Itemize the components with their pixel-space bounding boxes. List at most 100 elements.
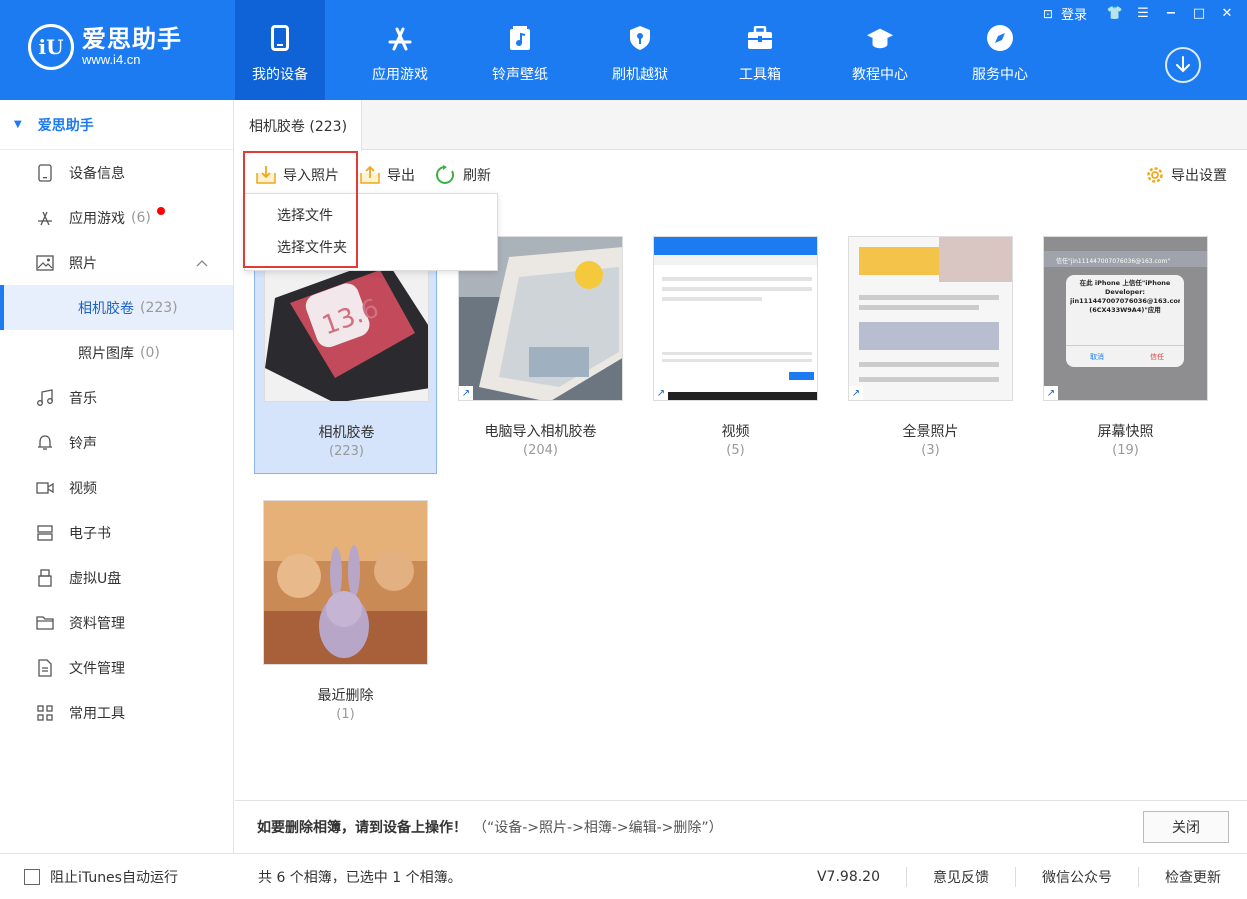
phone-icon bbox=[266, 24, 294, 52]
close-window-button[interactable]: ✕ bbox=[1217, 5, 1237, 23]
sidebar-item-ringtones[interactable]: 铃声 bbox=[0, 420, 233, 465]
nav-apps-games[interactable]: 应用游戏 bbox=[355, 0, 445, 100]
compass-icon bbox=[986, 24, 1014, 52]
close-button[interactable]: 关闭 bbox=[1143, 811, 1229, 843]
photo-icon bbox=[36, 254, 54, 272]
nav-my-device[interactable]: 我的设备 bbox=[235, 0, 325, 100]
album-count: (1) bbox=[336, 707, 355, 722]
sidebar-item-video[interactable]: 视频 bbox=[0, 465, 233, 510]
gear-icon bbox=[1147, 167, 1163, 183]
wechat-link[interactable]: 微信公众号 bbox=[1015, 867, 1138, 887]
album-summary: 共 6 个相簿，已选中 1 个相簿。 bbox=[258, 870, 462, 886]
nav-ringtones[interactable]: 铃声壁纸 bbox=[475, 0, 565, 100]
album-camera-roll[interactable]: 13.6 相机胶卷 (223) bbox=[254, 236, 437, 474]
import-photos-button[interactable]: 导入照片 bbox=[255, 165, 339, 185]
album-name: 全景照片 bbox=[902, 424, 959, 440]
file-icon bbox=[36, 658, 54, 677]
bell-icon bbox=[36, 434, 54, 452]
app-logo: iU 爱思助手 www.i4.cn bbox=[28, 24, 182, 70]
video-icon bbox=[36, 479, 54, 497]
notification-badge bbox=[157, 207, 165, 215]
sidebar-item-device-info[interactable]: 设备信息 bbox=[0, 150, 233, 195]
ebook-icon bbox=[36, 524, 54, 542]
refresh-icon bbox=[436, 165, 455, 184]
album-name: 视频 bbox=[721, 424, 750, 440]
login-icon: ⊡ bbox=[1042, 6, 1053, 21]
nav-flash-jailbreak[interactable]: 刷机越狱 bbox=[595, 0, 685, 100]
album-count: (204) bbox=[523, 443, 558, 458]
shortcut-badge-icon: ↗ bbox=[459, 386, 473, 400]
album-thumbnail: ↗ bbox=[848, 236, 1013, 401]
status-bar: 阻止iTunes自动运行 共 6 个相簿，已选中 1 个相簿。 V7.98.20… bbox=[0, 853, 1247, 899]
export-icon bbox=[360, 165, 380, 184]
notice-text: 如要删除相簿，请到设备上操作！ bbox=[257, 820, 467, 836]
album-panoramas[interactable]: ↗ 全景照片 (3) bbox=[839, 236, 1022, 474]
nav-tutorials[interactable]: 教程中心 bbox=[835, 0, 925, 100]
sidebar-item-ebook[interactable]: 电子书 bbox=[0, 510, 233, 555]
minimize-button[interactable]: − bbox=[1161, 5, 1181, 23]
album-count: (3) bbox=[921, 443, 940, 458]
export-button[interactable]: 导出 bbox=[359, 165, 415, 185]
download-icon[interactable] bbox=[1165, 47, 1201, 83]
logo-name: 爱思助手 bbox=[82, 25, 182, 53]
caret-down-icon: ▼ bbox=[14, 119, 22, 130]
logo-url: www.i4.cn bbox=[82, 52, 141, 67]
window-controls: ⊡ 登录 👕 ☰ − □ ✕ bbox=[1043, 4, 1237, 23]
export-settings-button[interactable]: 导出设置 bbox=[1145, 165, 1227, 185]
nav-toolbox[interactable]: 工具箱 bbox=[715, 0, 805, 100]
usb-icon bbox=[36, 568, 54, 587]
sidebar-item-photo-library[interactable]: 照片图库 (0) bbox=[0, 330, 233, 375]
menu-item-select-folder[interactable]: 选择文件夹 bbox=[245, 232, 497, 264]
sidebar-item-common-tools[interactable]: 常用工具 bbox=[0, 690, 233, 735]
album-thumbnail: 信任"jin111447007076036@163.com" 在此 iPhone… bbox=[1043, 236, 1208, 401]
sidebar-item-music[interactable]: 音乐 bbox=[0, 375, 233, 420]
login-link[interactable]: 登录 bbox=[1061, 4, 1087, 23]
shortcut-badge-icon: ↗ bbox=[654, 386, 668, 400]
album-screenshots[interactable]: 信任"jin111447007076036@163.com" 在此 iPhone… bbox=[1034, 236, 1217, 474]
sidebar-item-virtual-usb[interactable]: 虚拟U盘 bbox=[0, 555, 233, 600]
toolbox-icon bbox=[746, 24, 774, 52]
sidebar: ▼ 爱思助手 设备信息 应用游戏 (6) 照片 相机胶卷 (223) 照片图库 … bbox=[0, 100, 234, 853]
nav-service-center[interactable]: 服务中心 bbox=[955, 0, 1045, 100]
album-name: 电脑导入相机胶卷 bbox=[484, 424, 597, 440]
sidebar-item-photos[interactable]: 照片 bbox=[0, 240, 233, 285]
skin-icon[interactable]: 👕 bbox=[1105, 5, 1125, 23]
maximize-button[interactable]: □ bbox=[1189, 5, 1209, 23]
chevron-up-icon[interactable] bbox=[196, 255, 208, 271]
album-name: 屏幕快照 bbox=[1097, 424, 1154, 440]
svg-text:取消: 取消 bbox=[1090, 352, 1104, 361]
album-pc-imported[interactable]: ↗ 电脑导入相机胶卷 (204) bbox=[449, 236, 632, 474]
block-itunes-checkbox[interactable] bbox=[24, 869, 40, 885]
sidebar-item-file-management[interactable]: 文件管理 bbox=[0, 645, 233, 690]
app-icon bbox=[36, 209, 54, 227]
block-itunes-label[interactable]: 阻止iTunes自动运行 bbox=[50, 867, 178, 887]
album-name: 最近删除 bbox=[317, 688, 374, 704]
music-icon bbox=[36, 388, 54, 407]
menu-icon[interactable]: ☰ bbox=[1133, 5, 1153, 23]
logo-icon: iU bbox=[28, 24, 74, 70]
main-nav: 我的设备 应用游戏 铃声壁纸 刷机越狱 工具箱 教程中心 服务中心 bbox=[235, 0, 1075, 100]
tab-bar: 相机胶卷 (223) bbox=[235, 100, 1247, 151]
svg-text:信任"jin111447007076036@163.com": 信任"jin111447007076036@163.com" bbox=[1056, 257, 1170, 265]
refresh-button[interactable]: 刷新 bbox=[435, 165, 491, 185]
menu-item-select-file[interactable]: 选择文件 bbox=[245, 200, 497, 232]
album-name: 相机胶卷 bbox=[318, 425, 375, 441]
sidebar-item-camera-roll[interactable]: 相机胶卷 (223) bbox=[0, 285, 233, 330]
check-update-link[interactable]: 检查更新 bbox=[1138, 867, 1221, 887]
app-store-icon bbox=[386, 24, 414, 52]
music-file-icon bbox=[506, 24, 534, 52]
sidebar-item-data-management[interactable]: 资料管理 bbox=[0, 600, 233, 645]
album-thumbnail: ↗ bbox=[653, 236, 818, 401]
album-thumbnail bbox=[263, 500, 428, 665]
album-count: (19) bbox=[1112, 443, 1139, 458]
sidebar-item-apps[interactable]: 应用游戏 (6) bbox=[0, 195, 233, 240]
folder-icon bbox=[36, 614, 54, 632]
album-count: (223) bbox=[329, 444, 364, 459]
tab-camera-roll[interactable]: 相机胶卷 (223) bbox=[235, 100, 362, 151]
album-recently-deleted[interactable]: 最近删除 (1) bbox=[254, 500, 437, 738]
album-videos[interactable]: ↗ 视频 (5) bbox=[644, 236, 827, 474]
sidebar-device-header[interactable]: ▼ 爱思助手 bbox=[0, 100, 233, 150]
svg-text:信任: 信任 bbox=[1150, 352, 1164, 361]
import-dropdown-menu: 选择文件 选择文件夹 bbox=[244, 193, 498, 271]
feedback-link[interactable]: 意见反馈 bbox=[906, 867, 1015, 887]
